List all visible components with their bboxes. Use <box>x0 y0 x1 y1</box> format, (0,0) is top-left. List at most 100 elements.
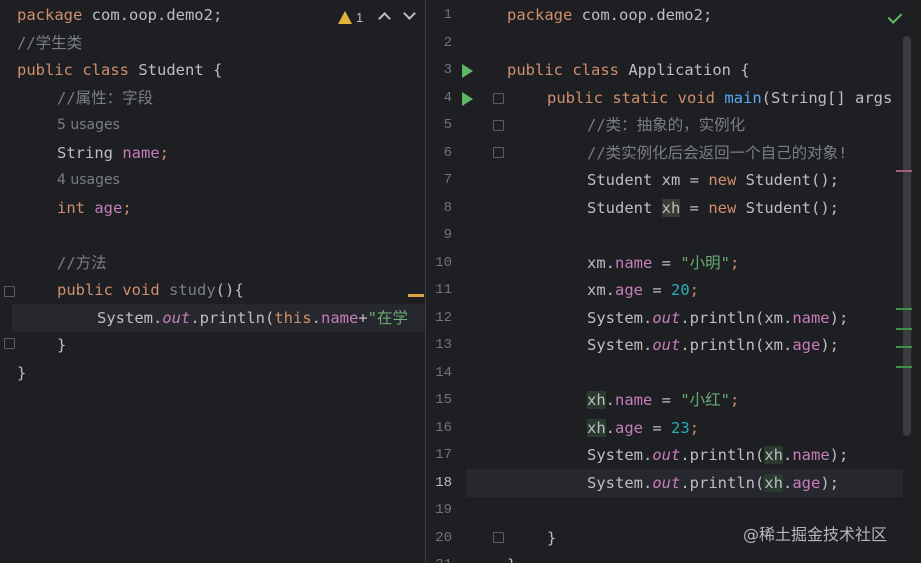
comment: //方法 <box>57 254 107 272</box>
code-text: System. <box>587 309 653 327</box>
warning-count[interactable]: 1 <box>356 0 363 36</box>
code-text: + <box>358 309 368 327</box>
variable-highlight: xh <box>587 391 606 409</box>
code-line-6[interactable]: //类实例化后会返回一个自己的对象! <box>587 140 848 168</box>
comment: //类实例化后会返回一个自己的对象! <box>587 144 848 162</box>
warning-icon[interactable] <box>338 11 352 24</box>
scroll-marker <box>896 170 912 172</box>
code-line-7[interactable]: Student xm = new Student(); <box>587 167 839 195</box>
fold-marker[interactable] <box>4 286 15 297</box>
code-text: System. <box>587 336 653 354</box>
field-name: age <box>792 336 821 354</box>
string-literal: "小明" <box>680 254 730 272</box>
variable-highlight: xh <box>764 474 783 492</box>
code-line-13[interactable]: } <box>57 332 66 360</box>
code-text: . <box>783 474 793 492</box>
code-line-11[interactable]: xm.age = 20; <box>587 277 699 305</box>
static-field: out <box>652 474 681 492</box>
method-name: main <box>715 89 762 107</box>
field-name: name <box>321 309 359 327</box>
code-text: ; <box>159 144 170 162</box>
code-line-8[interactable]: int age; <box>57 195 132 223</box>
code-line-5[interactable]: //类：抽象的，实例化 <box>587 112 745 140</box>
keyword: public <box>17 61 73 79</box>
left-editor-pane[interactable]: package com.oop.demo2; //学生类 public clas… <box>0 0 426 563</box>
line-number: 4 <box>443 90 452 106</box>
keyword: public <box>507 61 563 79</box>
code-text: System. <box>97 309 163 327</box>
code-line-17[interactable]: System.out.println(xh.name); <box>587 442 848 470</box>
line-number: 9 <box>443 227 452 243</box>
code-text: . <box>605 391 616 409</box>
code-line-18[interactable]: System.out.println(xh.age); <box>587 470 839 498</box>
keyword: public <box>57 281 113 299</box>
fold-marker[interactable] <box>493 93 504 104</box>
code-line-21[interactable]: } <box>507 552 516 563</box>
fold-marker[interactable] <box>493 120 504 131</box>
code-line-1[interactable]: package com.oop.demo2; <box>17 2 222 30</box>
usages-hint[interactable]: 5 usages <box>57 112 120 140</box>
fold-marker[interactable] <box>493 147 504 158</box>
scroll-marker <box>896 328 912 330</box>
comment: //学生类 <box>17 34 83 52</box>
keyword: void <box>113 281 160 299</box>
code-text: Student(); <box>736 199 839 217</box>
code-line-10[interactable]: xm.name = "小明"; <box>587 250 739 278</box>
line-number: 21 <box>426 552 452 563</box>
string-literal: "小红" <box>680 391 731 409</box>
chevron-up-icon[interactable] <box>378 12 391 25</box>
code-text: com.oop.demo2; <box>572 6 713 24</box>
code-line-12[interactable]: System.out.println(xm.name); <box>587 305 848 333</box>
code-line-10[interactable]: //方法 <box>57 250 107 278</box>
usages-hint[interactable]: 4 usages <box>57 167 120 195</box>
code-text: xm. <box>587 281 615 299</box>
line-number: 16 <box>435 420 452 436</box>
code-line-3[interactable]: public class Application { <box>507 57 750 85</box>
code-text: (String[] args <box>761 89 893 107</box>
code-text: ); <box>829 309 849 327</box>
code-line-13[interactable]: System.out.println(xm.age); <box>587 332 839 360</box>
field-name: name <box>113 144 160 162</box>
code-line-1[interactable]: package com.oop.demo2; <box>507 2 712 30</box>
code-line-4[interactable]: public static void main(String[] args <box>547 85 892 113</box>
field-name: name <box>792 309 830 327</box>
code-text: = <box>652 391 681 409</box>
run-main-icon[interactable] <box>462 92 473 106</box>
code-line-16[interactable]: xh.age = 23; <box>587 415 699 443</box>
code-text: ; <box>730 254 740 272</box>
keyword: new <box>708 171 737 189</box>
variable-highlight: xh <box>661 199 681 217</box>
code-line-11[interactable]: public void study(){ <box>57 277 244 305</box>
keyword: package <box>507 6 573 24</box>
field-name: age <box>792 474 821 492</box>
right-editor-pane[interactable]: 1 2 3 4 5 6 7 8 9 10 11 12 13 14 15 16 1… <box>426 0 921 563</box>
usage-marker <box>408 294 424 297</box>
code-text: ; <box>122 199 132 217</box>
code-line-4[interactable]: //属性：字段 <box>57 85 153 113</box>
string-literal: "在学 <box>367 309 409 327</box>
code-line-2[interactable]: //学生类 <box>17 30 82 58</box>
line-number: 6 <box>443 145 452 161</box>
code-text: Application { <box>619 61 750 79</box>
fold-marker[interactable] <box>4 338 15 349</box>
code-line-14[interactable]: } <box>17 360 26 388</box>
field-name: name <box>615 254 653 272</box>
run-class-icon[interactable] <box>462 64 473 78</box>
code-line-12[interactable]: System.out.println(this.name+"在学 <box>97 305 408 333</box>
static-field: out <box>652 446 681 464</box>
comment: //类：抽象的，实例化 <box>587 116 746 134</box>
code-line-6[interactable]: String name; <box>57 140 169 168</box>
code-line-3[interactable]: public class Student { <box>17 57 222 85</box>
code-text: .println(xm. <box>680 336 793 354</box>
code-text: com.oop.demo2; <box>82 6 223 24</box>
scroll-marker <box>896 366 912 368</box>
vertical-scrollbar[interactable] <box>903 36 911 436</box>
line-number-active: 18 <box>435 475 452 491</box>
code-line-20[interactable]: } <box>547 525 556 553</box>
code-text: .println(xm. <box>680 309 793 327</box>
fold-marker[interactable] <box>493 532 504 543</box>
code-line-15[interactable]: xh.name = "小红"; <box>587 387 739 415</box>
code-line-8[interactable]: Student xh = new Student(); <box>587 195 839 223</box>
number-literal: 23 <box>671 419 690 437</box>
chevron-down-icon[interactable] <box>403 7 416 20</box>
